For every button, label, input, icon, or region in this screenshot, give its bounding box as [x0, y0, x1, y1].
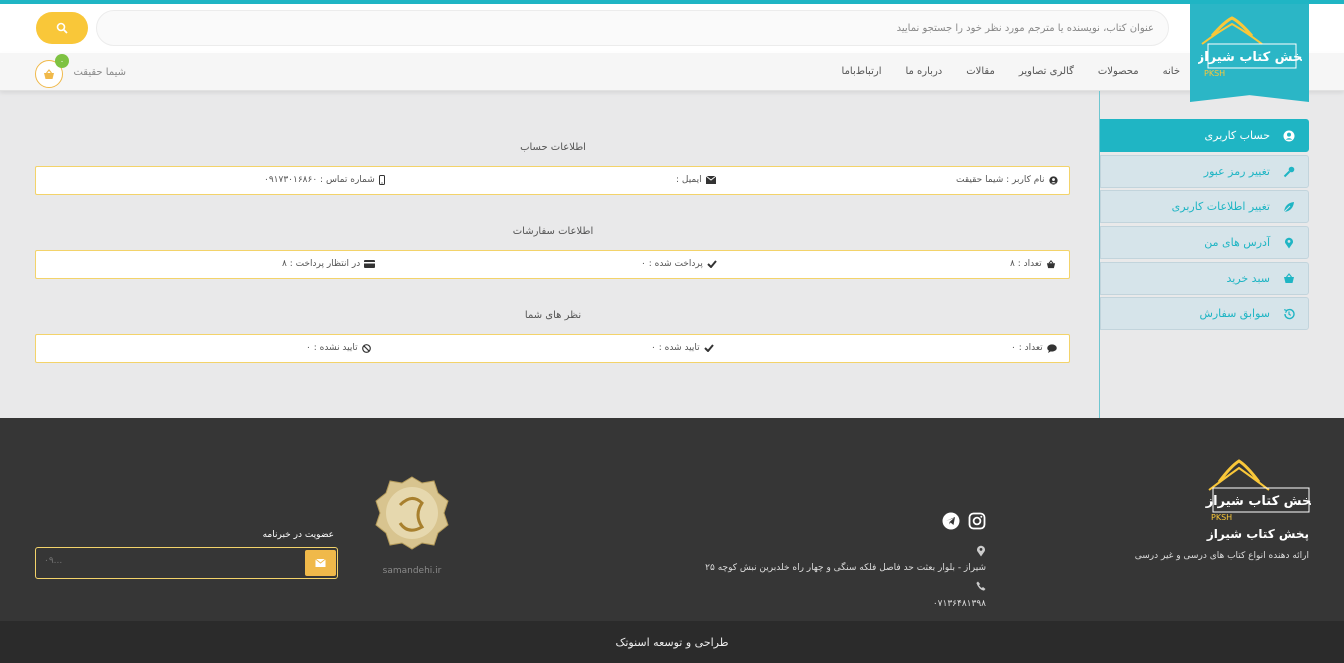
instagram-icon[interactable] — [968, 512, 986, 534]
account-info-box: نام کاربر : شیما حقیقت ایمیل : شماره تما… — [35, 166, 1070, 195]
nav-about[interactable]: درباره ما — [905, 66, 942, 80]
sidebar-item-label: تغییر اطلاعات کاربری — [1171, 200, 1270, 213]
nav-contact[interactable]: ارتباط‌با‌ما — [842, 66, 882, 80]
sidebar-item-cart[interactable]: سبد خرید — [1100, 262, 1309, 295]
cart-count-badge: ۰ — [55, 54, 69, 68]
comments-approved: تایید شده : ۰ — [651, 343, 714, 353]
newsletter-submit-button[interactable] — [305, 550, 336, 576]
samandehi-seal[interactable]: samandehi.ir — [370, 475, 454, 579]
telegram-icon[interactable] — [942, 512, 960, 534]
comment-icon — [1046, 343, 1057, 353]
nav-products[interactable]: محصولات — [1098, 66, 1139, 80]
svg-text:PKSH: PKSH — [1211, 513, 1232, 522]
mobile-icon — [378, 175, 385, 185]
phone-field: شماره تماس : ۰۹۱۷۳۰۱۶۸۶۰ — [264, 175, 385, 185]
orders-count: تعداد : ۸ — [1010, 259, 1056, 269]
main-nav: خانه محصولات گالری تصاویر مقالات درباره … — [840, 66, 1180, 80]
map-pin-icon — [977, 545, 985, 557]
username-field: نام کاربر : شیما حقیقت — [956, 175, 1058, 185]
comments-info-box: تعداد : ۰ تایید شده : ۰ تایید نشده : ۰ — [35, 334, 1070, 363]
sidebar-item-label: تغییر رمز عبور — [1203, 165, 1270, 178]
envelope-icon — [315, 559, 326, 567]
svg-text:samandehi.ir: samandehi.ir — [383, 566, 442, 576]
phone-icon — [976, 581, 986, 591]
credit-card-icon — [364, 260, 376, 268]
account-section-title: اطلاعات حساب — [520, 142, 586, 153]
svg-text:پخش کتاب شیراز: پخش کتاب شیراز — [1198, 50, 1302, 65]
sidebar-item-edit-info[interactable]: تغییر اطلاعات کاربری — [1100, 190, 1309, 223]
comments-not-approved: تایید نشده : ۰ — [306, 343, 371, 353]
search-bar — [36, 10, 1169, 46]
envelope-icon — [705, 176, 716, 184]
footer — [0, 418, 1344, 621]
sidebar-item-label: سوابق سفارش — [1199, 307, 1270, 320]
footer-credit: طراحی و توسعه اسنوتک — [0, 621, 1344, 663]
sidebar-item-label: حساب کاربری — [1204, 129, 1270, 142]
user-circle-icon — [1048, 175, 1058, 185]
footer-brand: پخش کتاب شیراز — [1206, 527, 1309, 541]
footer-tagline: ارائه دهنده انواع کتاب های درسی و غیر در… — [1134, 551, 1309, 561]
credit-text[interactable]: طراحی و توسعه اسنوتک — [616, 636, 729, 649]
map-pin-icon — [1282, 236, 1296, 250]
sidebar-item-label: سبد خرید — [1226, 272, 1270, 285]
nav-gallery[interactable]: گالری تصاویر — [1019, 66, 1074, 80]
check-icon — [707, 260, 717, 268]
basket-icon — [1282, 272, 1296, 286]
user-name[interactable]: شیما حقیقت — [70, 67, 126, 78]
ban-icon — [361, 343, 371, 353]
svg-text:PKSH: PKSH — [1204, 69, 1225, 78]
search-icon — [56, 22, 68, 34]
orders-paid: پرداخت شده : ۰ — [641, 259, 717, 269]
footer-phone: ۰۷۱۳۶۴۸۱۳۹۸ — [932, 599, 986, 609]
sidebar-item-addresses[interactable]: آدرس های من — [1100, 226, 1309, 259]
nav-home[interactable]: خانه — [1163, 66, 1180, 80]
history-icon — [1282, 307, 1296, 321]
orders-pending: در انتظار پرداخت : ۸ — [282, 259, 376, 269]
sidebar-item-label: آدرس های من — [1204, 236, 1270, 249]
orders-info-box: تعداد : ۸ پرداخت شده : ۰ در انتظار پرداخ… — [35, 250, 1070, 279]
newsletter-input[interactable] — [44, 556, 294, 566]
comments-section-title: نظر های شما — [524, 310, 582, 321]
svg-text:پخش کتاب شیراز: پخش کتاب شیراز — [1205, 494, 1311, 509]
key-icon — [1282, 165, 1296, 179]
basket-icon — [1046, 259, 1055, 268]
email-field: ایمیل : — [676, 175, 716, 185]
basket-icon — [44, 68, 54, 79]
sidebar-item-password[interactable]: تغییر رمز عبور — [1100, 155, 1309, 188]
site-logo[interactable]: پخش کتاب شیراز PKSH — [1190, 4, 1309, 102]
orders-section-title: اطلاعات سفارشات — [512, 226, 594, 237]
comments-count: تعداد : ۰ — [1011, 343, 1057, 353]
logo-icon: پخش کتاب شیراز PKSH — [1198, 16, 1302, 78]
newsletter-title: عضویت در خبرنامه — [262, 530, 334, 540]
search-button[interactable] — [36, 12, 88, 44]
social-links — [942, 512, 986, 534]
check-icon — [703, 344, 714, 352]
search-input[interactable] — [96, 10, 1169, 46]
sidebar-item-order-history[interactable]: سوابق سفارش — [1100, 297, 1309, 330]
user-circle-icon — [1282, 129, 1296, 143]
sidebar-item-account[interactable]: حساب کاربری — [1100, 119, 1309, 152]
footer-logo: پخش کتاب شیراز PKSH — [1205, 459, 1311, 522]
newsletter-form — [35, 547, 338, 579]
nav-articles[interactable]: مقالات — [966, 66, 995, 80]
leaf-icon — [1282, 200, 1296, 214]
footer-address: شیراز - بلوار بعثت حد فاصل فلکه سنگی و چ… — [705, 563, 986, 573]
